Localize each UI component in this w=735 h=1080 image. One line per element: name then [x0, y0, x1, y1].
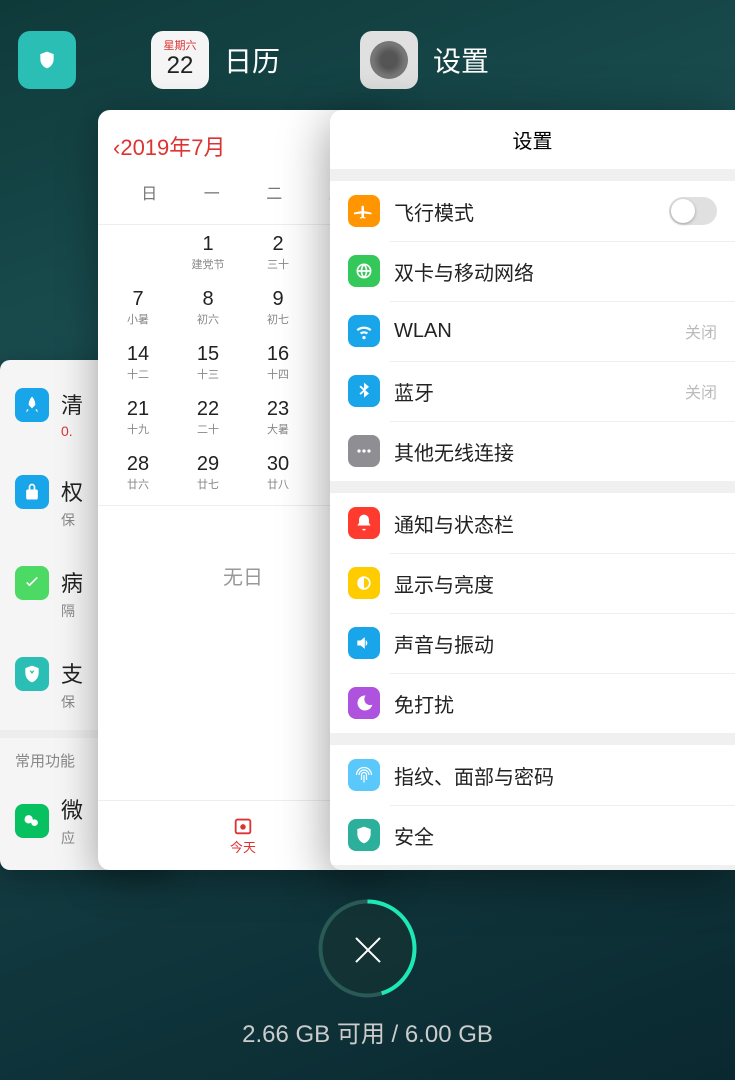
sim-icon	[348, 255, 380, 287]
calendar-day-cell[interactable]: 2三十	[258, 233, 298, 272]
calendar-day-cell[interactable]: 7小暑	[118, 288, 158, 327]
settings-row-label: 安全	[394, 821, 717, 850]
settings-row-airplane[interactable]: 飞行模式	[330, 181, 735, 241]
settings-row-wifi[interactable]: WLAN关闭	[330, 301, 735, 361]
check-icon	[15, 566, 49, 600]
calendar-day-cell[interactable]: 1建党节	[188, 233, 228, 272]
calendar-month-label: 2019年7月	[120, 135, 225, 160]
calendar-day-cell[interactable]: 22二十	[188, 398, 228, 437]
settings-row-sim[interactable]: 双卡与移动网络	[330, 241, 735, 301]
airplane-icon	[348, 195, 380, 227]
settings-row-label: 显示与亮度	[394, 569, 717, 598]
settings-row-more[interactable]: 其他无线连接	[330, 421, 735, 481]
settings-row-bell[interactable]: 通知与状态栏	[330, 493, 735, 553]
calendar-date: 22	[167, 52, 194, 80]
calendar-day-cell[interactable]: 21十九	[118, 398, 158, 437]
yen-icon	[15, 657, 49, 691]
settings-row-label: 声音与振动	[394, 629, 717, 658]
settings-row-fingerprint[interactable]: 指纹、面部与密码	[330, 745, 735, 805]
close-icon	[351, 932, 385, 966]
footer-item-title: 微	[61, 793, 83, 825]
recent-apps-header: 星期六 22 日历 设置	[0, 30, 735, 90]
toggle[interactable]	[669, 197, 717, 225]
calendar-day-cell[interactable]: 9初七	[258, 288, 298, 327]
calendar-app-icon[interactable]: 星期六 22	[151, 31, 209, 89]
security-app-icon[interactable]	[18, 31, 76, 89]
calendar-day-cell[interactable]: 23大暑	[258, 398, 298, 437]
bluetooth-icon	[348, 375, 380, 407]
sec-item-sub: 隔	[61, 601, 83, 621]
settings-row-label: 双卡与移动网络	[394, 257, 717, 286]
calendar-back-button[interactable]: ‹2019年7月	[113, 135, 226, 160]
wifi-icon	[348, 315, 380, 347]
weekday-label: 二	[254, 180, 294, 204]
settings-row-label: 通知与状态栏	[394, 509, 717, 538]
calendar-day-cell[interactable]: 30廿八	[258, 453, 298, 492]
more-icon	[348, 435, 380, 467]
settings-row-label: WLAN	[394, 320, 685, 343]
settings-row-label: 蓝牙	[394, 377, 685, 406]
calendar-day-cell[interactable]: 29廿七	[188, 453, 228, 492]
sec-item-title: 清	[61, 388, 83, 420]
wechat-icon	[15, 804, 49, 838]
rocket-icon	[15, 388, 49, 422]
weekday-label: 日	[129, 180, 169, 204]
sec-item-title: 病	[61, 566, 83, 598]
bell-icon	[348, 507, 380, 539]
settings-row-value: 关闭	[685, 319, 717, 343]
settings-card[interactable]: 设置 飞行模式双卡与移动网络WLAN关闭蓝牙关闭其他无线连接通知与状态栏显示与亮…	[330, 110, 735, 870]
calendar-day-name: 星期六	[164, 41, 197, 52]
calendar-day-cell[interactable]: 15十三	[188, 343, 228, 382]
fingerprint-icon	[348, 759, 380, 791]
settings-row-sun[interactable]: 显示与亮度	[330, 553, 735, 613]
calendar-app-label: 日历	[224, 40, 280, 80]
settings-row-label: 指纹、面部与密码	[394, 761, 717, 790]
calendar-day-cell[interactable]: 8初六	[188, 288, 228, 327]
recent-apps-footer: 2.66 GB 可用 / 6.00 GB	[0, 870, 735, 1080]
settings-row-shield[interactable]: 安全	[330, 805, 735, 865]
footer-item-sub: 应	[61, 828, 83, 848]
sound-icon	[348, 627, 380, 659]
settings-row-label: 飞行模式	[394, 197, 669, 226]
shield-icon	[37, 50, 57, 70]
sec-item-title: 支	[61, 657, 83, 689]
sec-item-sub: 保	[61, 692, 83, 712]
today-label: 今天	[230, 837, 256, 856]
lock-icon	[15, 475, 49, 509]
calendar-day-cell[interactable]: 14十二	[118, 343, 158, 382]
settings-row-moon[interactable]: 免打扰	[330, 673, 735, 733]
clear-all-button[interactable]	[320, 901, 415, 996]
settings-row-value: 关闭	[685, 379, 717, 403]
settings-row-bluetooth[interactable]: 蓝牙关闭	[330, 361, 735, 421]
settings-app-icon[interactable]	[360, 31, 418, 89]
gear-icon	[370, 41, 408, 79]
sec-item-sub: 0.	[61, 423, 83, 439]
weekday-label: 一	[192, 180, 232, 204]
calendar-day-cell[interactable]: 16十四	[258, 343, 298, 382]
recent-apps-cards: 清0. 权保 病隔 支保 常用功能 微应 ‹2019年7月 日 一 二	[0, 110, 735, 870]
settings-app-label: 设置	[433, 40, 489, 80]
sun-icon	[348, 567, 380, 599]
settings-row-label: 其他无线连接	[394, 437, 717, 466]
memory-text: 2.66 GB 可用 / 6.00 GB	[242, 1014, 493, 1049]
settings-row-label: 免打扰	[394, 689, 717, 718]
calendar-day-cell[interactable]: 28廿六	[118, 453, 158, 492]
sec-item-title: 权	[61, 475, 83, 507]
settings-title: 设置	[330, 110, 735, 169]
sec-item-sub: 保	[61, 510, 83, 530]
moon-icon	[348, 687, 380, 719]
shield-icon	[348, 819, 380, 851]
settings-row-sound[interactable]: 声音与振动	[330, 613, 735, 673]
calendar-today-icon	[232, 815, 254, 837]
